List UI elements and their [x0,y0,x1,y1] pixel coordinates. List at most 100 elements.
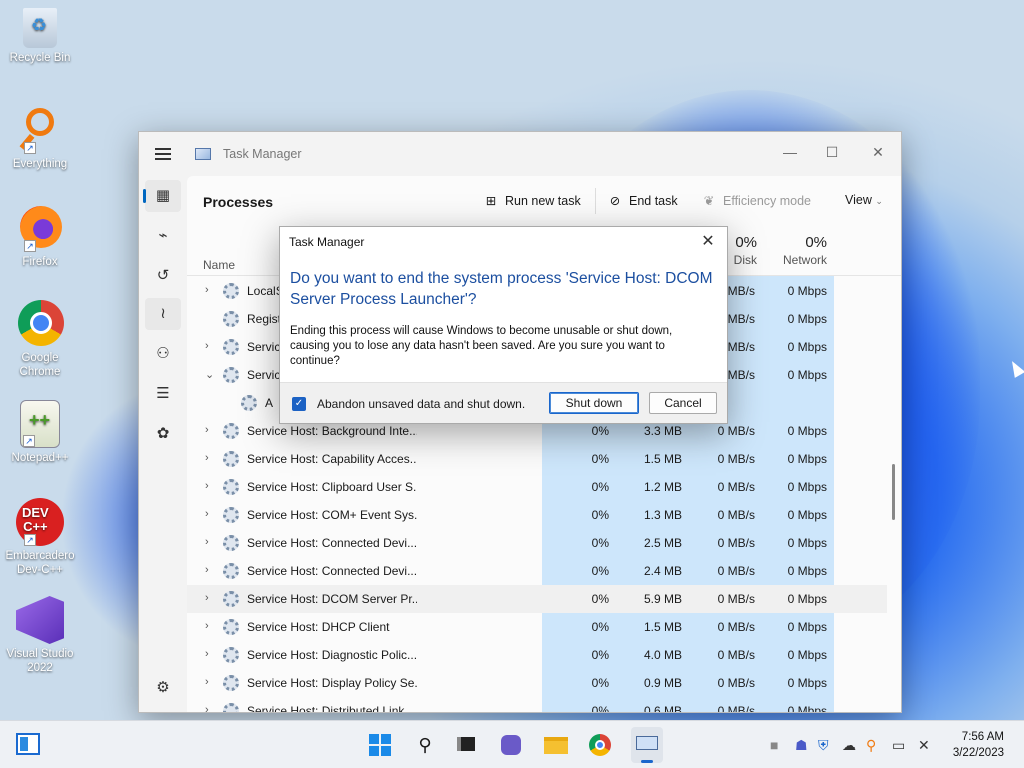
everything-tray-icon[interactable]: ⚲ [866,737,876,754]
network-icon[interactable]: ▭ [892,737,905,754]
performance-nav-icon[interactable]: ⌁ [145,220,181,252]
name-column-header[interactable]: Name [203,258,235,272]
close-button[interactable]: ✕ [855,138,901,166]
expand-chevron-icon[interactable]: › [205,704,209,712]
teams-icon[interactable]: ☗ [795,737,808,754]
tray-square-icon[interactable]: ■ [770,737,778,753]
chrome-taskbar-icon[interactable] [588,733,612,757]
table-row[interactable]: › Service Host: Capability Acces... 0% 1.5 … [187,445,887,473]
expand-chevron-icon[interactable]: › [205,592,209,604]
visual-studio-icon [16,596,64,644]
desktop-icon-firefox[interactable]: ↗ Firefox [2,204,78,269]
chat-icon[interactable] [499,733,523,757]
table-row[interactable]: › Service Host: Clipboard User S... 0% 1.2 … [187,473,887,501]
hamburger-menu-icon[interactable] [155,148,171,160]
table-row[interactable]: › Service Host: Diagnostic Polic... 0% 4.0 … [187,641,887,669]
settings-nav-icon[interactable]: ⚙ [145,672,181,704]
task-manager-taskbar-icon[interactable] [631,727,663,763]
expand-chevron-icon[interactable]: › [205,620,209,632]
memory-cell: 1.5 MB [643,452,682,466]
table-row[interactable]: › Service Host: Connected Devi... 0% 2.5 MB… [187,529,887,557]
memory-cell: 0.9 MB [643,676,682,690]
services-nav-icon[interactable]: ✿ [145,418,181,450]
desktop-icon-everything[interactable]: ↗ Everything [2,106,78,171]
abandon-data-checkbox[interactable]: ✓ [292,397,306,411]
expand-chevron-icon[interactable]: › [205,648,209,660]
table-row[interactable]: › Service Host: Distributed Link ... 0% 0.6… [187,697,887,713]
expand-chevron-icon[interactable]: › [205,424,209,436]
network-column-header[interactable]: 0% Network [767,234,827,267]
mouse-cursor [1006,358,1024,378]
desktop-icon-chrome[interactable]: Google Chrome [2,300,78,379]
network-cell: 0 Mbps [787,480,827,494]
cpu-cell: 0% [591,480,609,494]
desktop-icon-notepadpp[interactable]: ++ ↗ Notepad++ [2,400,78,465]
file-explorer-icon[interactable] [544,733,568,757]
shut-down-button[interactable]: Shut down [549,392,639,414]
expand-chevron-icon[interactable]: › [205,284,209,296]
table-row[interactable]: › Service Host: DHCP Client 0% 1.5 MB 0 MB/s… [187,613,887,641]
desktop-icon-devcpp[interactable]: DEV C++ ↗ Embarcadero Dev-C++ [2,498,78,577]
expand-chevron-icon[interactable]: › [205,508,209,520]
disk-column-header[interactable]: 0% Disk [727,234,757,267]
disk-cell: 0 MB/s [717,452,755,466]
desktop-icon-label: Firefox [22,256,58,268]
cpu-cell: 0% [591,452,609,466]
leaf-icon: ❦ [703,194,715,208]
process-name: Service Host: Distributed Link ... [247,704,417,713]
startup-apps-nav-icon[interactable]: ≀ [145,298,181,330]
page-title: Processes [203,194,274,210]
network-cell: 0 Mbps [787,284,827,298]
view-dropdown[interactable]: View ⌄ [845,193,883,207]
efficiency-mode-button[interactable]: ❦ Efficiency mode [701,193,811,208]
defender-shield-icon[interactable]: ⛨ [818,737,829,754]
expand-chevron-icon[interactable]: › [205,564,209,576]
gear-process-icon [223,367,239,383]
expand-chevron-icon[interactable]: › [205,480,209,492]
cancel-button[interactable]: Cancel [649,392,717,414]
disk-cell: 0 MB/s [717,480,755,494]
gear-process-icon [223,647,239,663]
desktop-icon-recycle-bin[interactable]: ♻ Recycle Bin [2,8,78,65]
end-task-button[interactable]: ⊘ End task [607,193,678,208]
expand-chevron-icon[interactable]: › [205,340,209,352]
expand-chevron-icon[interactable]: › [205,676,209,688]
toolbar: Processes ⊞ Run new task ⊘ End task ❦ Effic… [187,176,901,226]
expand-chevron-icon[interactable]: › [205,452,209,464]
sidebar: ▦ ⌁ ↺ ≀ ⚇ ☰ ✿ ⚙ [139,176,187,712]
task-view-icon[interactable] [455,733,479,757]
dialog-close-button[interactable]: ✕ [695,230,721,254]
table-row[interactable]: › Service Host: DCOM Server Pr... 0% 5.9 MB… [187,585,887,613]
table-row[interactable]: › Service Host: COM+ Event Sys... 0% 1.3 MB… [187,501,887,529]
details-nav-icon[interactable]: ☰ [145,378,181,410]
gear-process-icon [223,619,239,635]
desktop-icon-label: Notepad++ [11,452,69,464]
volume-muted-icon[interactable]: ✕ [918,737,930,754]
memory-cell: 2.4 MB [643,564,682,578]
search-icon[interactable]: ⚲ [413,733,437,757]
table-row[interactable]: › Service Host: Connected Devi... 0% 2.4 MB… [187,557,887,585]
minimize-button[interactable]: — [767,138,813,166]
title-bar[interactable]: Task Manager — ☐ ✕ [139,132,901,176]
expand-chevron-icon[interactable]: ⌄ [205,368,214,381]
onedrive-icon[interactable]: ☁ [842,737,856,754]
table-row[interactable]: › Service Host: Display Policy Se... 0% 0.9… [187,669,887,697]
cpu-cell: 0% [591,536,609,550]
expand-chevron-icon[interactable]: › [205,536,209,548]
processes-nav-icon[interactable]: ▦ [143,180,181,212]
users-nav-icon[interactable]: ⚇ [145,338,181,370]
start-windows-icon[interactable] [368,733,392,757]
network-cell: 0 Mbps [787,312,827,326]
run-new-task-button[interactable]: ⊞ Run new task [483,193,581,208]
app-history-nav-icon[interactable]: ↺ [145,260,181,292]
memory-cell: 2.5 MB [643,536,682,550]
dialog-footer: ✓ Abandon unsaved data and shut down. Sh… [280,382,727,423]
network-cell: 0 Mbps [787,368,827,382]
checkbox-label[interactable]: Abandon unsaved data and shut down. [317,397,525,411]
maximize-button[interactable]: ☐ [809,138,855,166]
desktop-icon-visual-studio[interactable]: Visual Studio 2022 [2,596,78,675]
widgets-icon[interactable] [16,733,40,755]
vertical-scrollbar[interactable] [892,464,895,520]
clock[interactable]: 7:56 AM 3/22/2023 [953,729,1004,761]
dialog-heading: Do you want to end the system process 'S… [290,270,713,308]
